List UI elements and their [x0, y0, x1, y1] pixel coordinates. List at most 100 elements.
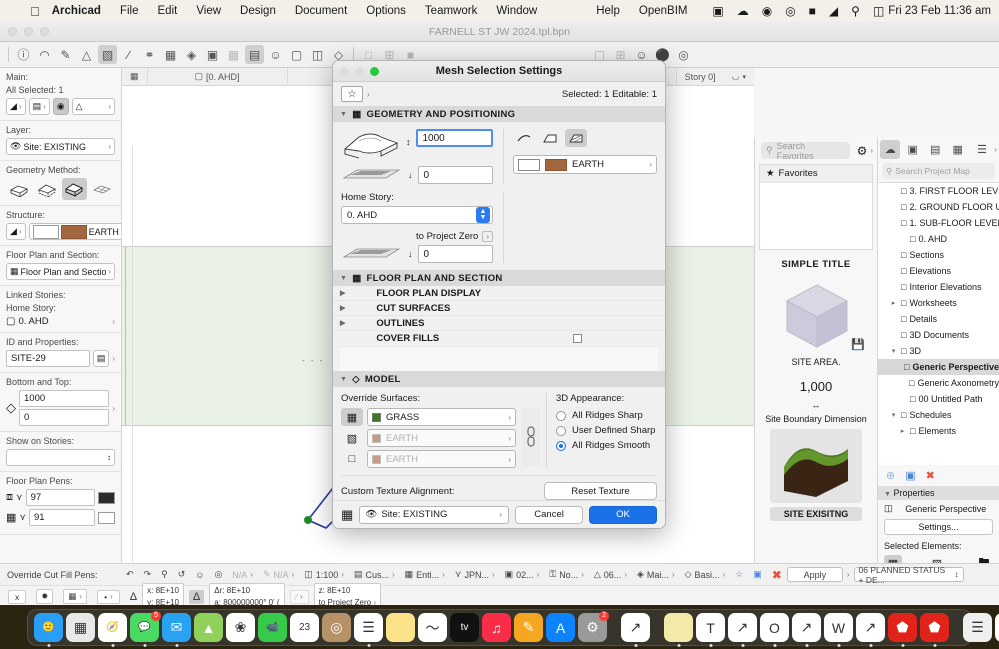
dock-item-archicad-3[interactable]: ↗: [856, 613, 885, 647]
dock-item-acrobat-1[interactable]: ⬟: [888, 613, 917, 647]
dock-item-reminders[interactable]: ☰: [354, 613, 383, 647]
dock-item-safari[interactable]: 🧭: [98, 613, 127, 647]
surface-side-selector[interactable]: EARTH ›: [367, 429, 516, 447]
project-zero-chevron[interactable]: ›: [482, 231, 493, 242]
dock-item-appletv[interactable]: tv: [450, 613, 479, 642]
dock-item-freeform[interactable]: 〜: [418, 613, 447, 642]
target-icon[interactable]: ◎: [674, 45, 693, 64]
geometry-option-1[interactable]: [34, 178, 60, 200]
chevron-right-icon[interactable]: ▸: [889, 299, 898, 307]
dialog-layer-select[interactable]: 👁 Site: EXISTING ›: [359, 505, 510, 524]
grid-snap-icon[interactable]: ▦ ›: [63, 589, 88, 604]
dock-item-calendar[interactable]: 23: [290, 613, 319, 642]
info-icon[interactable]: ⓘ: [14, 45, 33, 64]
navigator-chevron[interactable]: ›: [994, 145, 997, 154]
menu-window[interactable]: Window: [496, 5, 537, 17]
delta-polar-icon[interactable]: Δ: [188, 589, 205, 604]
radio-user-defined-sharp[interactable]: User Defined Sharp: [556, 425, 657, 436]
stepper-icon[interactable]: ▲ ▼: [476, 207, 490, 223]
folder-icon[interactable]: 🖿: [975, 555, 993, 564]
cover-fills-checkbox[interactable]: [573, 334, 582, 343]
row-cover-fills[interactable]: ▶ COVER FILLS: [333, 331, 665, 346]
favorites-chevron[interactable]: ›: [870, 146, 873, 155]
tree-item-3-first-floor-leve[interactable]: □ 3. FIRST FLOOR LEVE: [878, 183, 999, 199]
tree-item-3d-documents[interactable]: □ 3D Documents: [878, 327, 999, 343]
record-icon[interactable]: ◎: [785, 5, 795, 17]
top-input[interactable]: 1000: [19, 390, 110, 407]
tree-item-elements[interactable]: ▸ □ Elements: [878, 423, 999, 439]
hamburger-icon[interactable]: ☰: [972, 140, 992, 159]
tree-item-sections[interactable]: □ Sections: [878, 247, 999, 263]
canvas-tab-story[interactable]: ▢ [0. AHD]: [148, 68, 288, 86]
favorites-chevron[interactable]: ›: [367, 90, 370, 99]
terrain-icon[interactable]: ▧: [928, 555, 946, 564]
apple-icon[interactable]: : [30, 4, 40, 19]
model-section-header[interactable]: ▼ ◇ MODEL: [333, 371, 665, 387]
clock-icon[interactable]: △: [77, 45, 96, 64]
geometry-option-2[interactable]: [61, 178, 88, 200]
spline-icon[interactable]: ⚭: [140, 45, 159, 64]
status-na-1[interactable]: N/A ›: [232, 570, 253, 580]
search-icon[interactable]: ⚲: [851, 5, 860, 17]
menubar-clock[interactable]: Fri 23 Feb 11:36 am: [888, 5, 991, 17]
geometry-option-0[interactable]: [6, 178, 32, 200]
dialog-minimize-icon[interactable]: [355, 67, 364, 76]
battery-icon[interactable]: ■: [809, 5, 816, 17]
properties-button[interactable]: ▤: [92, 350, 110, 367]
tree-item-worksheets[interactable]: ▸ □ Worksheets: [878, 295, 999, 311]
home-story-chevron[interactable]: ›: [112, 317, 115, 326]
ok-button[interactable]: OK: [589, 505, 657, 524]
tab-publisher[interactable]: ▦: [947, 140, 967, 159]
dialog-home-story-select[interactable]: 0. AHD ▲ ▼: [341, 206, 493, 224]
status-entire[interactable]: ▦ Enti... ›: [405, 569, 445, 580]
dialog-close-icon[interactable]: [340, 67, 349, 76]
radio-all-ridges-sharp[interactable]: All Ridges Sharp: [556, 410, 657, 421]
tab-project-map[interactable]: ☁: [880, 140, 901, 159]
canvas-tab-story2[interactable]: Story 0]: [677, 68, 724, 86]
surface-top-icon[interactable]: ▦: [341, 408, 363, 426]
apply-chevron[interactable]: ›: [847, 570, 850, 579]
menu-help[interactable]: Help: [596, 5, 620, 17]
dock-item-facetime[interactable]: 📹: [258, 613, 287, 642]
project-zero-input[interactable]: 0: [417, 245, 493, 263]
dialog-traffic-lights[interactable]: [340, 67, 379, 76]
pen2-swatch[interactable]: [98, 511, 115, 524]
wifi-icon[interactable]: ◢: [829, 5, 838, 17]
3d-tool-icon[interactable]: ◠: [35, 45, 54, 64]
site-thumbnail[interactable]: [770, 429, 862, 503]
line-icon[interactable]: ∕: [119, 45, 138, 64]
dialog-maximize-icon[interactable]: [370, 67, 379, 76]
mesh-grid-icon[interactable]: ▤: [245, 45, 264, 64]
floorplan-section-button[interactable]: ▦ Floor Plan and Section... ›: [6, 263, 115, 280]
dock-item-maps[interactable]: ▲: [194, 613, 223, 642]
maximize-icon[interactable]: [40, 27, 49, 36]
tab-view-map[interactable]: ▣: [902, 140, 922, 159]
favorites-star-icon[interactable]: ☆: [341, 86, 363, 102]
minimize-icon[interactable]: [24, 27, 33, 36]
properties-header[interactable]: ▼ Properties: [878, 486, 999, 500]
orbit-icon[interactable]: ↺: [178, 569, 186, 580]
menu-openbim[interactable]: OpenBIM: [639, 5, 688, 17]
dock-item-notes[interactable]: [386, 613, 415, 642]
row-floor-plan-display[interactable]: ▶ FLOOR PLAN DISPLAY: [333, 286, 665, 301]
bottom-input[interactable]: 0: [19, 409, 110, 426]
menu-document[interactable]: Document: [295, 5, 347, 17]
mesh-tool-button[interactable]: ◉: [52, 98, 69, 115]
floorplan-section-header[interactable]: ▼ ▦ FLOOR PLAN AND SECTION: [333, 270, 665, 286]
status-basic[interactable]: ◇ Basi... ›: [685, 569, 726, 580]
tree-item-generic-perspective[interactable]: □ Generic Perspective: [878, 359, 999, 375]
surface-bottom-selector[interactable]: EARTH ›: [367, 450, 516, 468]
favorites-list[interactable]: ★ Favorites: [759, 164, 873, 250]
menu-edit[interactable]: Edit: [158, 5, 178, 17]
edge-hidden-icon[interactable]: [565, 129, 587, 147]
tree-item-generic-axonometry[interactable]: □ Generic Axonometry: [878, 375, 999, 391]
door-icon[interactable]: ▣: [203, 45, 222, 64]
radio-all-ridges-smooth[interactable]: All Ridges Smooth: [556, 440, 657, 451]
status-structure[interactable]: ◈ Mai... ›: [637, 569, 675, 580]
menu-design[interactable]: Design: [240, 5, 276, 17]
bottom-top-chevron[interactable]: ›: [112, 404, 115, 413]
mesh-selection-settings-dialog[interactable]: Mesh Selection Settings ☆ › Selected: 1 …: [332, 60, 666, 529]
tree-item-details[interactable]: □ Details: [878, 311, 999, 327]
dock-item-settings[interactable]: ⚙ 2: [578, 611, 609, 642]
dock-item-launchpad[interactable]: ▦: [66, 613, 95, 642]
